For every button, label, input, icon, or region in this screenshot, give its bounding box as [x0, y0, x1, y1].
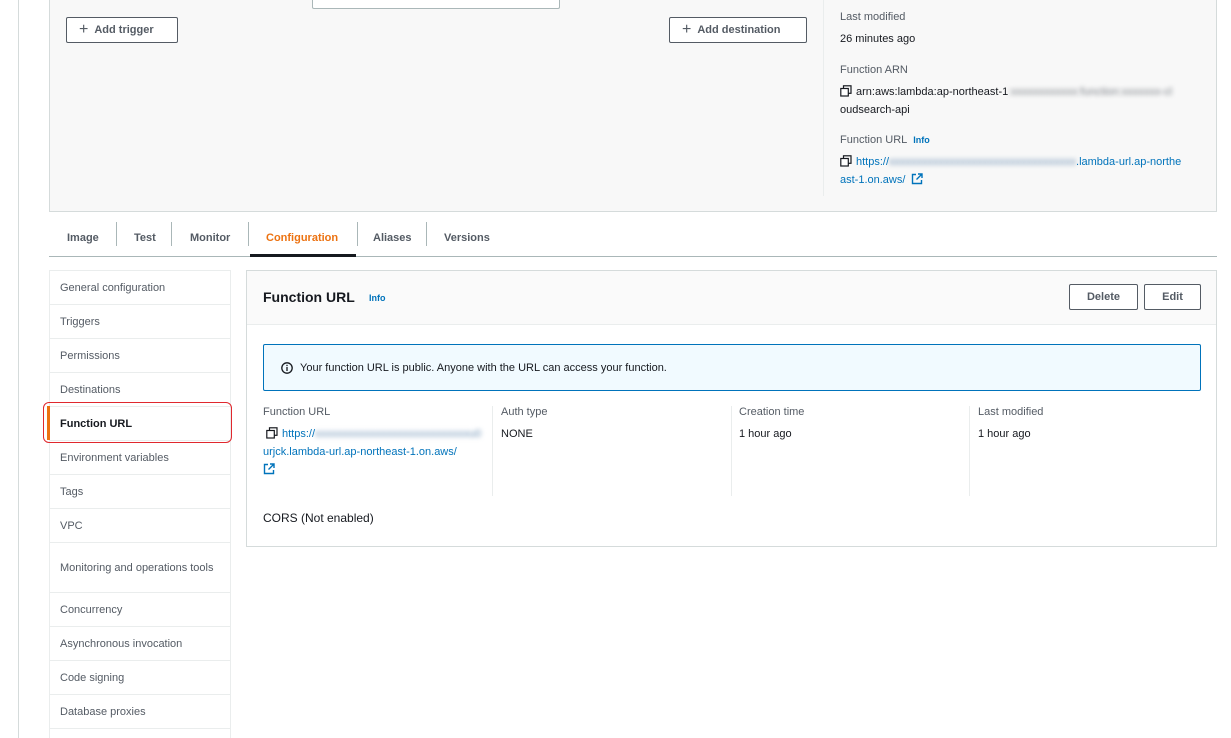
function-url-col-link[interactable]: https://xxxxxxxxxxxxxxxxxxxxxxxxxxxxu0 ur… [263, 428, 481, 458]
selection-highlight-box [43, 402, 232, 443]
function-arn-prefix: arn:aws:lambda:ap-northeast-1 [856, 86, 1009, 98]
info-circle-icon [281, 361, 293, 374]
sidebar-item-monitoring[interactable]: Monitoring and operations tools [50, 543, 230, 593]
column-separator [731, 406, 732, 496]
column-separator [969, 406, 970, 496]
last-modified-col-value: 1 hour ago [978, 428, 1031, 440]
panel-header: Function URL Info Delete Edit [247, 271, 1216, 325]
creation-time-column: Creation time 1 hour ago [739, 406, 969, 496]
cors-status: CORS (Not enabled) [263, 511, 374, 525]
tab-separator [171, 222, 172, 246]
tab-configuration[interactable]: Configuration [249, 220, 357, 257]
auth-type-column: Auth type NONE [501, 406, 731, 496]
panel-info-link[interactable]: Info [369, 293, 386, 303]
external-link-icon[interactable] [263, 463, 275, 475]
auth-type-value: NONE [501, 428, 533, 440]
function-arn-value: arn:aws:lambda:ap-northeast-1:xxxxxxxxxx… [840, 83, 1205, 119]
sidebar-item-permissions[interactable]: Permissions [50, 339, 230, 373]
sidebar-item-code-signing[interactable]: Code signing [50, 661, 230, 695]
function-diagram: + Add trigger + Add destination [50, 0, 823, 211]
function-url-label: Function URL [840, 134, 908, 146]
column-separator [492, 406, 493, 496]
function-url-meta: Function URL Info https://xxxxxxxxxxxxxxx… [840, 134, 1205, 189]
copy-icon[interactable] [840, 85, 852, 97]
overview-divider [823, 0, 824, 196]
auth-type-label: Auth type [501, 406, 548, 418]
add-trigger-label: Add trigger [94, 24, 154, 36]
configuration-sidebar: General configuration Triggers Permissio… [49, 270, 231, 738]
tab-image[interactable]: Image [67, 220, 99, 256]
tab-separator [116, 222, 117, 246]
alert-text: Your function URL is public. Anyone with… [300, 361, 667, 374]
add-destination-label: Add destination [697, 24, 781, 36]
function-arn-label: Function ARN [840, 64, 908, 76]
function-url-value: https://xxxxxxxxxxxxxxxxxxxxxxxxxxxxxxxx… [840, 153, 1205, 189]
function-url-panel: Function URL Info Delete Edit Your funct… [246, 270, 1217, 547]
copy-icon[interactable] [840, 155, 852, 167]
last-modified-label: Last modified [840, 11, 906, 23]
function-arn-redacted: :xxxxxxxxxxxx:function:xxxxxxx-cl [1008, 86, 1173, 98]
tab-test[interactable]: Test [134, 220, 156, 256]
function-url-meta-label: Function URL Info [840, 134, 1205, 146]
layers-box[interactable] [312, 0, 560, 9]
function-overview-panel: + Add trigger + Add destination Last mod… [49, 0, 1217, 212]
sidebar-item-triggers[interactable]: Triggers [50, 305, 230, 339]
sidebar-item-database-proxies[interactable]: Database proxies [50, 695, 230, 729]
panel-title: Function URL [263, 289, 355, 305]
tab-monitor[interactable]: Monitor [190, 220, 230, 256]
plus-icon: + [682, 21, 692, 38]
sidebar-item-vpc[interactable]: VPC [50, 509, 230, 543]
function-arn-suffix: oudsearch-api [840, 104, 910, 116]
function-arn-meta: Function ARN arn:aws:lambda:ap-northeast… [840, 64, 1205, 119]
function-url-info-link[interactable]: Info [913, 135, 930, 145]
function-url-link[interactable]: https://xxxxxxxxxxxxxxxxxxxxxxxxxxxxxxxx… [840, 156, 1181, 186]
last-modified-meta: Last modified 26 minutes ago [840, 11, 1205, 48]
add-trigger-button[interactable]: + Add trigger [66, 17, 178, 43]
last-modified-value: 26 minutes ago [840, 33, 916, 45]
function-url-column: Function URL https://xxxxxxxxxxxxxxxxxxx… [263, 406, 493, 496]
sidebar-item-asynchronous-invocation[interactable]: Asynchronous invocation [50, 627, 230, 661]
plus-icon: + [79, 21, 89, 38]
creation-time-label: Creation time [739, 406, 805, 418]
function-tabs: Image Test Monitor Configuration Aliases… [49, 220, 1217, 257]
function-url-col-label: Function URL [263, 406, 331, 418]
tab-separator [426, 222, 427, 246]
sidebar-item-environment-variables[interactable]: Environment variables [50, 441, 230, 475]
last-modified-col-label: Last modified [978, 406, 1044, 418]
tab-separator [248, 222, 249, 246]
delete-button[interactable]: Delete [1069, 284, 1138, 310]
tab-aliases[interactable]: Aliases [373, 220, 412, 256]
sidebar-item-general-configuration[interactable]: General configuration [50, 271, 230, 305]
page-left-rail [18, 0, 19, 738]
external-link-icon[interactable] [911, 173, 924, 185]
tab-separator [357, 222, 358, 246]
function-url-col-value: https://xxxxxxxxxxxxxxxxxxxxxxxxxxxxu0 ur… [263, 425, 493, 479]
copy-icon[interactable] [266, 427, 278, 439]
sidebar-item-concurrency[interactable]: Concurrency [50, 593, 230, 627]
last-modified-column: Last modified 1 hour ago [978, 406, 1208, 496]
tab-versions[interactable]: Versions [444, 220, 490, 256]
sidebar-item-tags[interactable]: Tags [50, 475, 230, 509]
creation-time-value: 1 hour ago [739, 428, 792, 440]
add-destination-button[interactable]: + Add destination [669, 17, 807, 43]
edit-button[interactable]: Edit [1144, 284, 1201, 310]
public-url-alert: Your function URL is public. Anyone with… [263, 344, 1201, 391]
